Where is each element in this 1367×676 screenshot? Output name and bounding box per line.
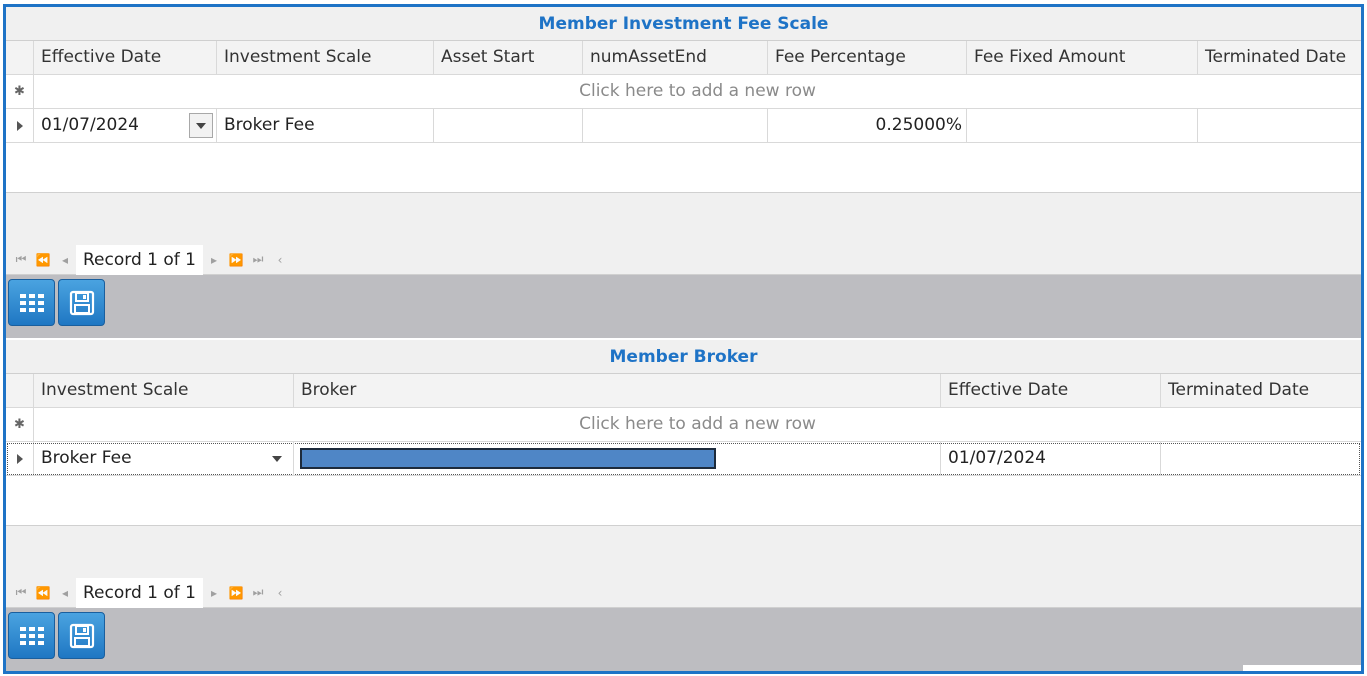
- header-indicator-cell: [6, 41, 34, 74]
- last-page-icon[interactable]: ⏭: [247, 252, 269, 267]
- terminated-date-cell[interactable]: [1198, 109, 1361, 142]
- fee-scale-grid: Effective Date Investment Scale Asset St…: [6, 41, 1361, 143]
- column-header-effective-date[interactable]: Effective Date: [941, 374, 1161, 407]
- num-asset-end-cell[interactable]: [583, 109, 768, 142]
- new-row-prompt[interactable]: Click here to add a new row: [34, 408, 1361, 441]
- grid-icon: [19, 293, 44, 312]
- first-page-icon[interactable]: ⏮: [10, 585, 32, 600]
- chevron-down-icon[interactable]: [189, 113, 213, 138]
- floppy-disk-icon: [69, 290, 94, 315]
- investment-scale-value: Broker Fee: [41, 448, 132, 468]
- fee-scale-title: Member Investment Fee Scale: [6, 7, 1361, 41]
- new-row-prompt[interactable]: Click here to add a new row: [34, 75, 1361, 108]
- grid-button[interactable]: [8, 612, 55, 659]
- next-record-icon[interactable]: ▸: [203, 253, 225, 267]
- record-navigator: ⏮ ⏪ ◂ Record 1 of 1 ▸ ⏩ ⏭ ‹: [6, 244, 1361, 275]
- column-header-investment-scale[interactable]: Investment Scale: [217, 41, 434, 74]
- column-header-fee-fixed-amount[interactable]: Fee Fixed Amount: [967, 41, 1198, 74]
- member-broker-panel: Member Broker Investment Scale Broker Ef…: [6, 340, 1361, 671]
- investment-scale-cell[interactable]: Broker Fee: [34, 442, 294, 475]
- column-header-fee-percentage[interactable]: Fee Percentage: [768, 41, 967, 74]
- column-header-terminated-date[interactable]: Terminated Date: [1198, 41, 1361, 74]
- scroll-left-icon[interactable]: ‹: [269, 586, 291, 600]
- fee-scale-header-row: Effective Date Investment Scale Asset St…: [6, 41, 1361, 75]
- record-count: Record 1 of 1: [76, 244, 203, 275]
- grid-empty-area: [6, 476, 1361, 526]
- next-record-icon[interactable]: ▸: [203, 586, 225, 600]
- previous-record-icon[interactable]: ◂: [54, 586, 76, 600]
- table-row[interactable]: Broker Fee 01/07/2024: [6, 442, 1361, 476]
- fee-scale-panel: Member Investment Fee Scale Effective Da…: [6, 7, 1361, 338]
- app-frame: Member Investment Fee Scale Effective Da…: [3, 4, 1364, 674]
- next-page-icon[interactable]: ⏩: [225, 253, 247, 267]
- broker-cell[interactable]: [294, 442, 941, 475]
- grid-footer-space: [6, 526, 1361, 578]
- fee-percentage-cell[interactable]: 0.25000%: [768, 109, 967, 142]
- effective-date-cell[interactable]: 01/07/2024: [34, 109, 217, 142]
- grid-empty-area: [6, 143, 1361, 193]
- effective-date-value: 01/07/2024: [41, 115, 139, 135]
- member-broker-toolbar: [6, 608, 1361, 671]
- table-row[interactable]: 01/07/2024 Broker Fee 0.25000%: [6, 109, 1361, 143]
- floppy-disk-icon: [69, 623, 94, 648]
- member-broker-grid: Investment Scale Broker Effective Date T…: [6, 374, 1361, 476]
- row-pointer-icon: [6, 442, 34, 475]
- asterisk-icon: ✱: [6, 408, 34, 441]
- column-header-investment-scale[interactable]: Investment Scale: [34, 374, 294, 407]
- scroll-left-icon[interactable]: ‹: [269, 253, 291, 267]
- record-count: Record 1 of 1: [76, 577, 203, 608]
- save-button[interactable]: [58, 612, 105, 659]
- column-header-asset-start[interactable]: Asset Start: [434, 41, 583, 74]
- last-page-icon[interactable]: ⏭: [247, 585, 269, 600]
- previous-page-icon[interactable]: ⏪: [32, 253, 54, 267]
- chevron-down-icon[interactable]: [266, 446, 288, 471]
- fee-scale-toolbar: [6, 275, 1361, 338]
- column-header-num-asset-end[interactable]: numAssetEnd: [583, 41, 768, 74]
- grid-footer-space: [6, 193, 1361, 245]
- grid-button[interactable]: [8, 279, 55, 326]
- first-page-icon[interactable]: ⏮: [10, 252, 32, 267]
- redacted-broker-field: [300, 448, 716, 469]
- header-indicator-cell: [6, 374, 34, 407]
- member-broker-header-row: Investment Scale Broker Effective Date T…: [6, 374, 1361, 408]
- effective-date-cell[interactable]: 01/07/2024: [941, 442, 1161, 475]
- previous-page-icon[interactable]: ⏪: [32, 586, 54, 600]
- next-page-icon[interactable]: ⏩: [225, 586, 247, 600]
- new-row[interactable]: ✱ Click here to add a new row: [6, 408, 1361, 442]
- column-header-terminated-date[interactable]: Terminated Date: [1161, 374, 1361, 407]
- investment-scale-cell[interactable]: Broker Fee: [217, 109, 434, 142]
- asset-start-cell[interactable]: [434, 109, 583, 142]
- row-pointer-icon: [6, 109, 34, 142]
- column-header-broker[interactable]: Broker: [294, 374, 941, 407]
- terminated-date-cell[interactable]: [1161, 442, 1361, 475]
- member-broker-title: Member Broker: [6, 340, 1361, 374]
- fee-fixed-amount-cell[interactable]: [967, 109, 1198, 142]
- grid-icon: [19, 626, 44, 645]
- column-header-effective-date[interactable]: Effective Date: [34, 41, 217, 74]
- record-navigator: ⏮ ⏪ ◂ Record 1 of 1 ▸ ⏩ ⏭ ‹: [6, 577, 1361, 608]
- status-strip: [1243, 665, 1361, 671]
- previous-record-icon[interactable]: ◂: [54, 253, 76, 267]
- asterisk-icon: ✱: [6, 75, 34, 108]
- new-row[interactable]: ✱ Click here to add a new row: [6, 75, 1361, 109]
- save-button[interactable]: [58, 279, 105, 326]
